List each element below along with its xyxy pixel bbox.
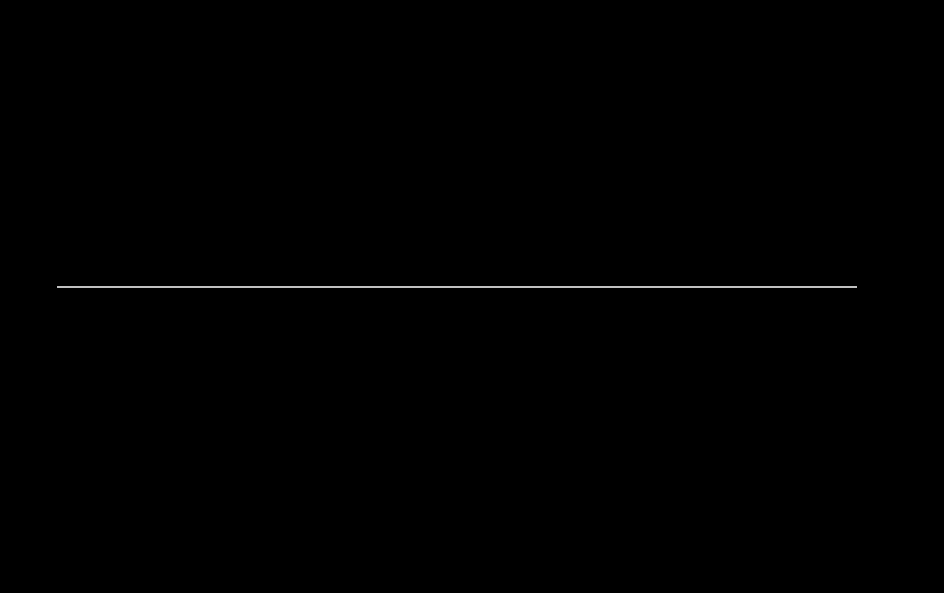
spectrogram-viewer	[0, 0, 944, 593]
spectrogram-channel-1	[57, 31, 857, 286]
spectrogram-channel-2	[57, 288, 857, 543]
colorbar-gradient	[894, 88, 908, 488]
